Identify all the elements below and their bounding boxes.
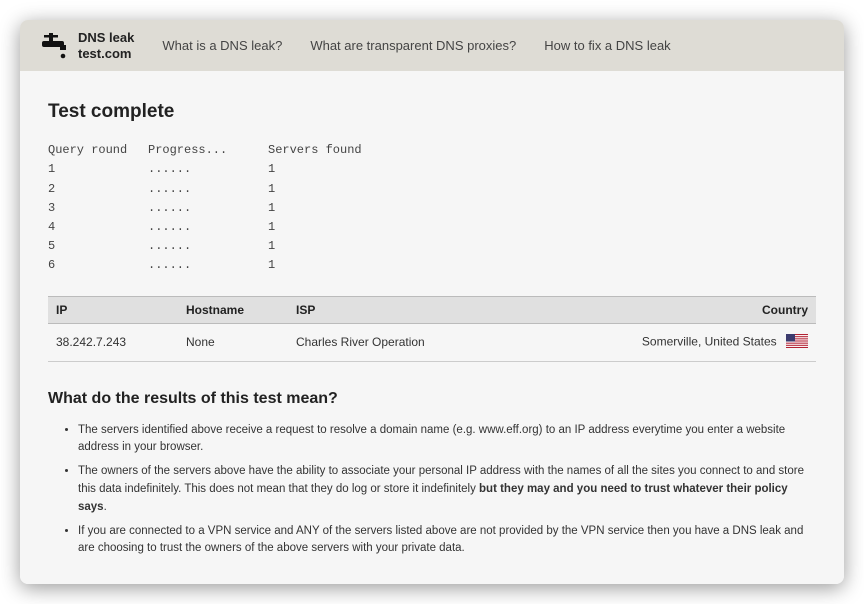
table-row: 38.242.7.243 None Charles River Operatio… <box>48 323 816 361</box>
logo-line2: test.com <box>78 46 134 62</box>
results-table: IP Hostname ISP Country 38.242.7.243 Non… <box>48 296 816 362</box>
query-round: 3 <box>48 199 148 218</box>
query-row: 5 ...... 1 <box>48 237 816 256</box>
query-progress: ...... <box>148 199 268 218</box>
query-progress: ...... <box>148 180 268 199</box>
query-header-row: Query round Progress... Servers found <box>48 141 816 160</box>
query-row: 1 ...... 1 <box>48 160 816 179</box>
cell-country: Somerville, United States <box>596 323 816 361</box>
header-bar: DNS leak test.com What is a DNS leak? Wh… <box>20 20 844 71</box>
logo-text: DNS leak test.com <box>78 30 134 61</box>
query-found: 1 <box>268 160 388 179</box>
results-header-row: IP Hostname ISP Country <box>48 296 816 323</box>
col-ip: IP <box>48 296 178 323</box>
query-round: 5 <box>48 237 148 256</box>
query-header-found: Servers found <box>268 141 388 160</box>
query-row: 2 ...... 1 <box>48 180 816 199</box>
query-round: 1 <box>48 160 148 179</box>
query-progress: ...... <box>148 237 268 256</box>
query-found: 1 <box>268 199 388 218</box>
country-text: Somerville, United States <box>642 334 777 348</box>
col-hostname: Hostname <box>178 296 288 323</box>
query-row: 4 ...... 1 <box>48 218 816 237</box>
query-header-round: Query round <box>48 141 148 160</box>
app-window: DNS leak test.com What is a DNS leak? Wh… <box>20 20 844 584</box>
query-round: 4 <box>48 218 148 237</box>
query-progress: ...... <box>148 256 268 275</box>
query-found: 1 <box>268 180 388 199</box>
col-isp: ISP <box>288 296 596 323</box>
site-logo[interactable]: DNS leak test.com <box>40 30 134 61</box>
cell-isp: Charles River Operation <box>288 323 596 361</box>
list-post: . <box>104 501 107 513</box>
list-text: If you are connected to a VPN service an… <box>78 525 803 555</box>
query-row: 6 ...... 1 <box>48 256 816 275</box>
explain-heading: What do the results of this test mean? <box>48 390 816 408</box>
list-text: The servers identified above receive a r… <box>78 424 785 454</box>
faucet-icon <box>40 31 72 61</box>
nav-what-is-dns-leak[interactable]: What is a DNS leak? <box>162 38 282 53</box>
query-header-progress: Progress... <box>148 141 268 160</box>
cell-ip: 38.242.7.243 <box>48 323 178 361</box>
query-progress-table: Query round Progress... Servers found 1 … <box>48 141 816 275</box>
test-complete-heading: Test complete <box>48 101 816 123</box>
query-found: 1 <box>268 237 388 256</box>
us-flag-icon <box>786 334 808 351</box>
main-content: Test complete Query round Progress... Se… <box>20 71 844 584</box>
query-row: 3 ...... 1 <box>48 199 816 218</box>
query-round: 2 <box>48 180 148 199</box>
col-country: Country <box>596 296 816 323</box>
nav-transparent-proxies[interactable]: What are transparent DNS proxies? <box>310 38 516 53</box>
cell-hostname: None <box>178 323 288 361</box>
list-item: If you are connected to a VPN service an… <box>78 523 816 559</box>
query-progress: ...... <box>148 218 268 237</box>
logo-line1: DNS leak <box>78 30 134 46</box>
query-found: 1 <box>268 218 388 237</box>
explain-list: The servers identified above receive a r… <box>48 422 816 559</box>
query-found: 1 <box>268 256 388 275</box>
query-round: 6 <box>48 256 148 275</box>
nav-how-to-fix[interactable]: How to fix a DNS leak <box>544 38 670 53</box>
query-progress: ...... <box>148 160 268 179</box>
list-item: The servers identified above receive a r… <box>78 422 816 458</box>
list-item: The owners of the servers above have the… <box>78 463 816 516</box>
